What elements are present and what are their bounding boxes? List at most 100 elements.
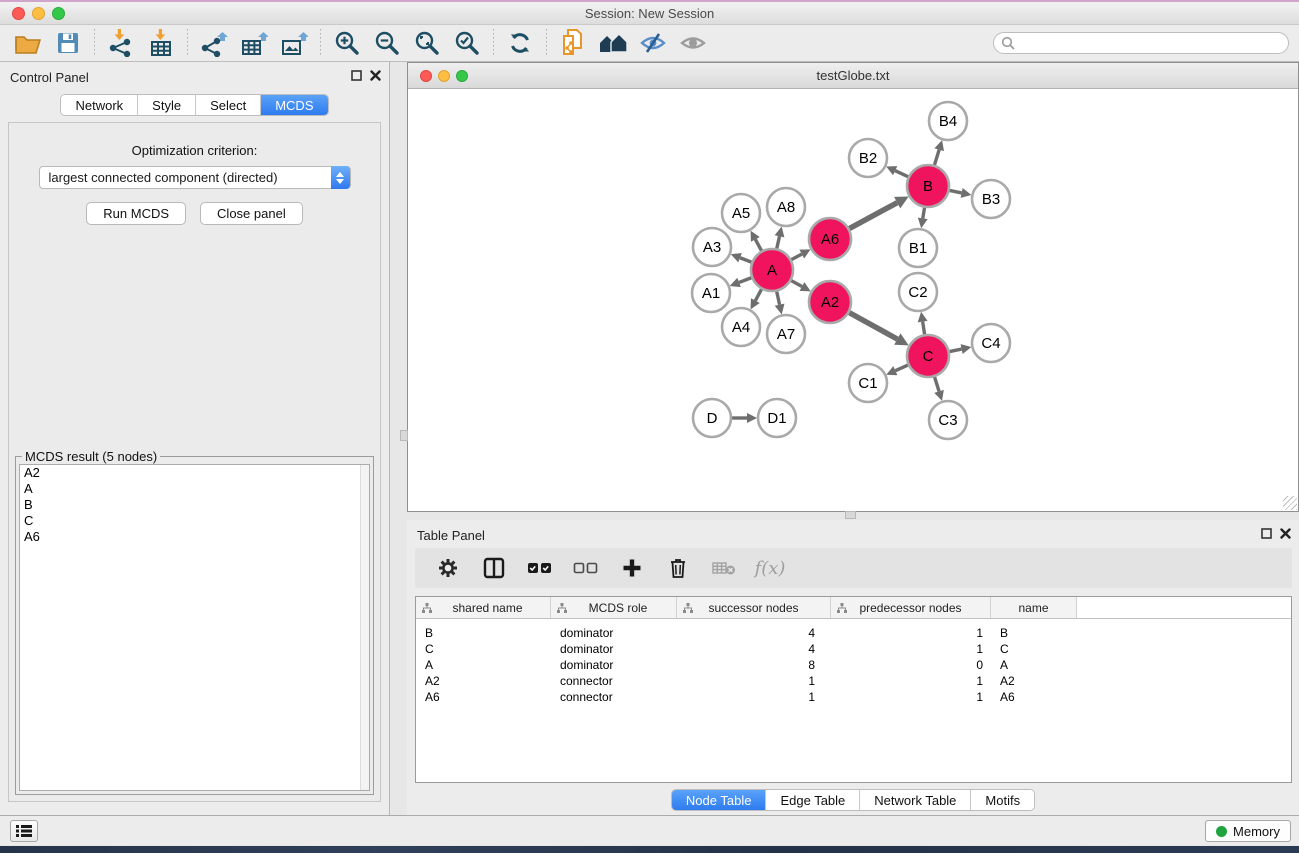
close-panel-button[interactable]: Close panel	[200, 202, 303, 225]
zoom-out-button[interactable]	[367, 28, 407, 58]
float-panel-icon[interactable]	[1261, 528, 1272, 539]
hide-selected-button[interactable]	[633, 28, 673, 58]
cell-name[interactable]: A2	[991, 673, 1077, 689]
graph-edge-B-B3[interactable]	[950, 190, 962, 192]
show-hidden-button[interactable]	[673, 28, 713, 58]
graph-node-B[interactable]: B	[907, 165, 949, 207]
graph-node-B2[interactable]: B2	[849, 139, 887, 177]
graph-edge-A-A5[interactable]	[755, 239, 761, 250]
cell-predecessor-nodes[interactable]: 1	[831, 673, 991, 689]
table-row[interactable]: B dominator 4 1 B	[416, 625, 1291, 641]
apply-layout-button[interactable]	[500, 28, 540, 58]
cell-mcds-role[interactable]: dominator	[551, 641, 677, 657]
cell-predecessor-nodes[interactable]: 1	[831, 689, 991, 705]
show-all-button[interactable]	[593, 28, 633, 58]
list-item[interactable]: C	[20, 513, 369, 529]
cell-name[interactable]: A	[991, 657, 1077, 673]
zoom-fit-button[interactable]	[407, 28, 447, 58]
cell-mcds-role[interactable]: dominator	[551, 657, 677, 673]
cell-mcds-role[interactable]: connector	[551, 689, 677, 705]
table-settings-button[interactable]	[435, 555, 461, 581]
cell-name[interactable]: A6	[991, 689, 1077, 705]
split-handle[interactable]	[400, 430, 408, 441]
tab-mcds[interactable]: MCDS	[261, 95, 327, 115]
export-table-button[interactable]	[234, 28, 274, 58]
list-item[interactable]: A6	[20, 529, 369, 545]
network-canvas[interactable]: AA1A2A3A4A5A6A7A8BB1B2B3B4CC1C2C3C4DD1	[408, 89, 1298, 510]
unselect-all-columns-button[interactable]	[573, 555, 599, 581]
select-all-columns-button[interactable]	[527, 555, 553, 581]
list-item[interactable]: B	[20, 497, 369, 513]
cell-shared-name[interactable]: A6	[416, 689, 551, 705]
criterion-dropdown[interactable]: largest connected component (directed)	[39, 166, 351, 189]
list-item[interactable]: A2	[20, 465, 369, 481]
mcds-result-list[interactable]: A2 A B C A6	[19, 464, 370, 791]
tab-network-table[interactable]: Network Table	[860, 790, 971, 810]
graph-edge-B-B1[interactable]	[923, 208, 925, 219]
run-mcds-button[interactable]: Run MCDS	[86, 202, 186, 225]
split-handle[interactable]	[845, 511, 856, 519]
graph-edge-A2-C[interactable]	[849, 313, 897, 339]
cell-name[interactable]: C	[991, 641, 1077, 657]
graph-node-A3[interactable]: A3	[693, 228, 731, 266]
graph-node-A4[interactable]: A4	[722, 308, 760, 346]
graph-edge-B-B4[interactable]	[934, 150, 939, 165]
graph-node-C4[interactable]: C4	[972, 324, 1010, 362]
export-image-button[interactable]	[274, 28, 314, 58]
cell-name[interactable]: B	[991, 625, 1077, 641]
graph-node-A[interactable]: A	[751, 249, 793, 291]
search-input[interactable]	[993, 32, 1289, 54]
import-table-button[interactable]	[141, 28, 181, 58]
list-item[interactable]: A	[20, 481, 369, 497]
graph-node-A6[interactable]: A6	[809, 218, 851, 260]
cell-shared-name[interactable]: A2	[416, 673, 551, 689]
cell-successor-nodes[interactable]: 1	[677, 689, 831, 705]
graph-node-A7[interactable]: A7	[767, 315, 805, 353]
graph-edge-A-A6[interactable]	[791, 254, 801, 260]
float-panel-icon[interactable]	[351, 70, 362, 81]
new-network-from-selection-button[interactable]	[553, 28, 593, 58]
save-session-button[interactable]	[48, 28, 88, 58]
cell-shared-name[interactable]: C	[416, 641, 551, 657]
import-network-button[interactable]	[101, 28, 141, 58]
graph-node-D[interactable]: D	[693, 399, 731, 437]
delete-columns-button[interactable]	[665, 555, 691, 581]
graph-edge-C-C2[interactable]	[923, 322, 925, 335]
graph-edge-C-C3[interactable]	[935, 377, 939, 391]
tab-node-table[interactable]: Node Table	[672, 790, 767, 810]
graph-node-A5[interactable]: A5	[722, 194, 760, 232]
cell-successor-nodes[interactable]: 4	[677, 625, 831, 641]
graph-node-C[interactable]: C	[907, 335, 949, 377]
cell-predecessor-nodes[interactable]: 1	[831, 625, 991, 641]
graph-node-B3[interactable]: B3	[972, 180, 1010, 218]
tab-motifs[interactable]: Motifs	[971, 790, 1034, 810]
zoom-in-button[interactable]	[327, 28, 367, 58]
cell-shared-name[interactable]: B	[416, 625, 551, 641]
delete-table-button[interactable]	[711, 555, 737, 581]
column-header-shared-name[interactable]: shared name	[416, 597, 551, 618]
cell-mcds-role[interactable]: dominator	[551, 625, 677, 641]
add-column-button[interactable]	[619, 555, 645, 581]
cell-successor-nodes[interactable]: 1	[677, 673, 831, 689]
cell-predecessor-nodes[interactable]: 0	[831, 657, 991, 673]
table-row[interactable]: C dominator 4 1 C	[416, 641, 1291, 657]
graph-edge-C-C4[interactable]	[950, 349, 962, 351]
split-columns-button[interactable]	[481, 555, 507, 581]
column-header-mcds-role[interactable]: MCDS role	[551, 597, 677, 618]
graph-node-D1[interactable]: D1	[758, 399, 796, 437]
open-session-button[interactable]	[8, 28, 48, 58]
zoom-selected-button[interactable]	[447, 28, 487, 58]
graph-edge-B-B2[interactable]	[895, 171, 908, 177]
result-list-scrollbar[interactable]	[360, 465, 369, 790]
graph-edge-A-A2[interactable]	[791, 281, 802, 287]
cell-shared-name[interactable]: A	[416, 657, 551, 673]
graph-node-B1[interactable]: B1	[899, 229, 937, 267]
tab-network[interactable]: Network	[61, 95, 138, 115]
tab-style[interactable]: Style	[138, 95, 196, 115]
graph-node-A2[interactable]: A2	[809, 281, 851, 323]
column-header-predecessor-nodes[interactable]: predecessor nodes	[831, 597, 991, 618]
graph-edge-A-A3[interactable]	[740, 258, 751, 262]
graph-edge-A-A4[interactable]	[755, 289, 761, 300]
table-row[interactable]: A2 connector 1 1 A2	[416, 673, 1291, 689]
graph-node-B4[interactable]: B4	[929, 102, 967, 140]
